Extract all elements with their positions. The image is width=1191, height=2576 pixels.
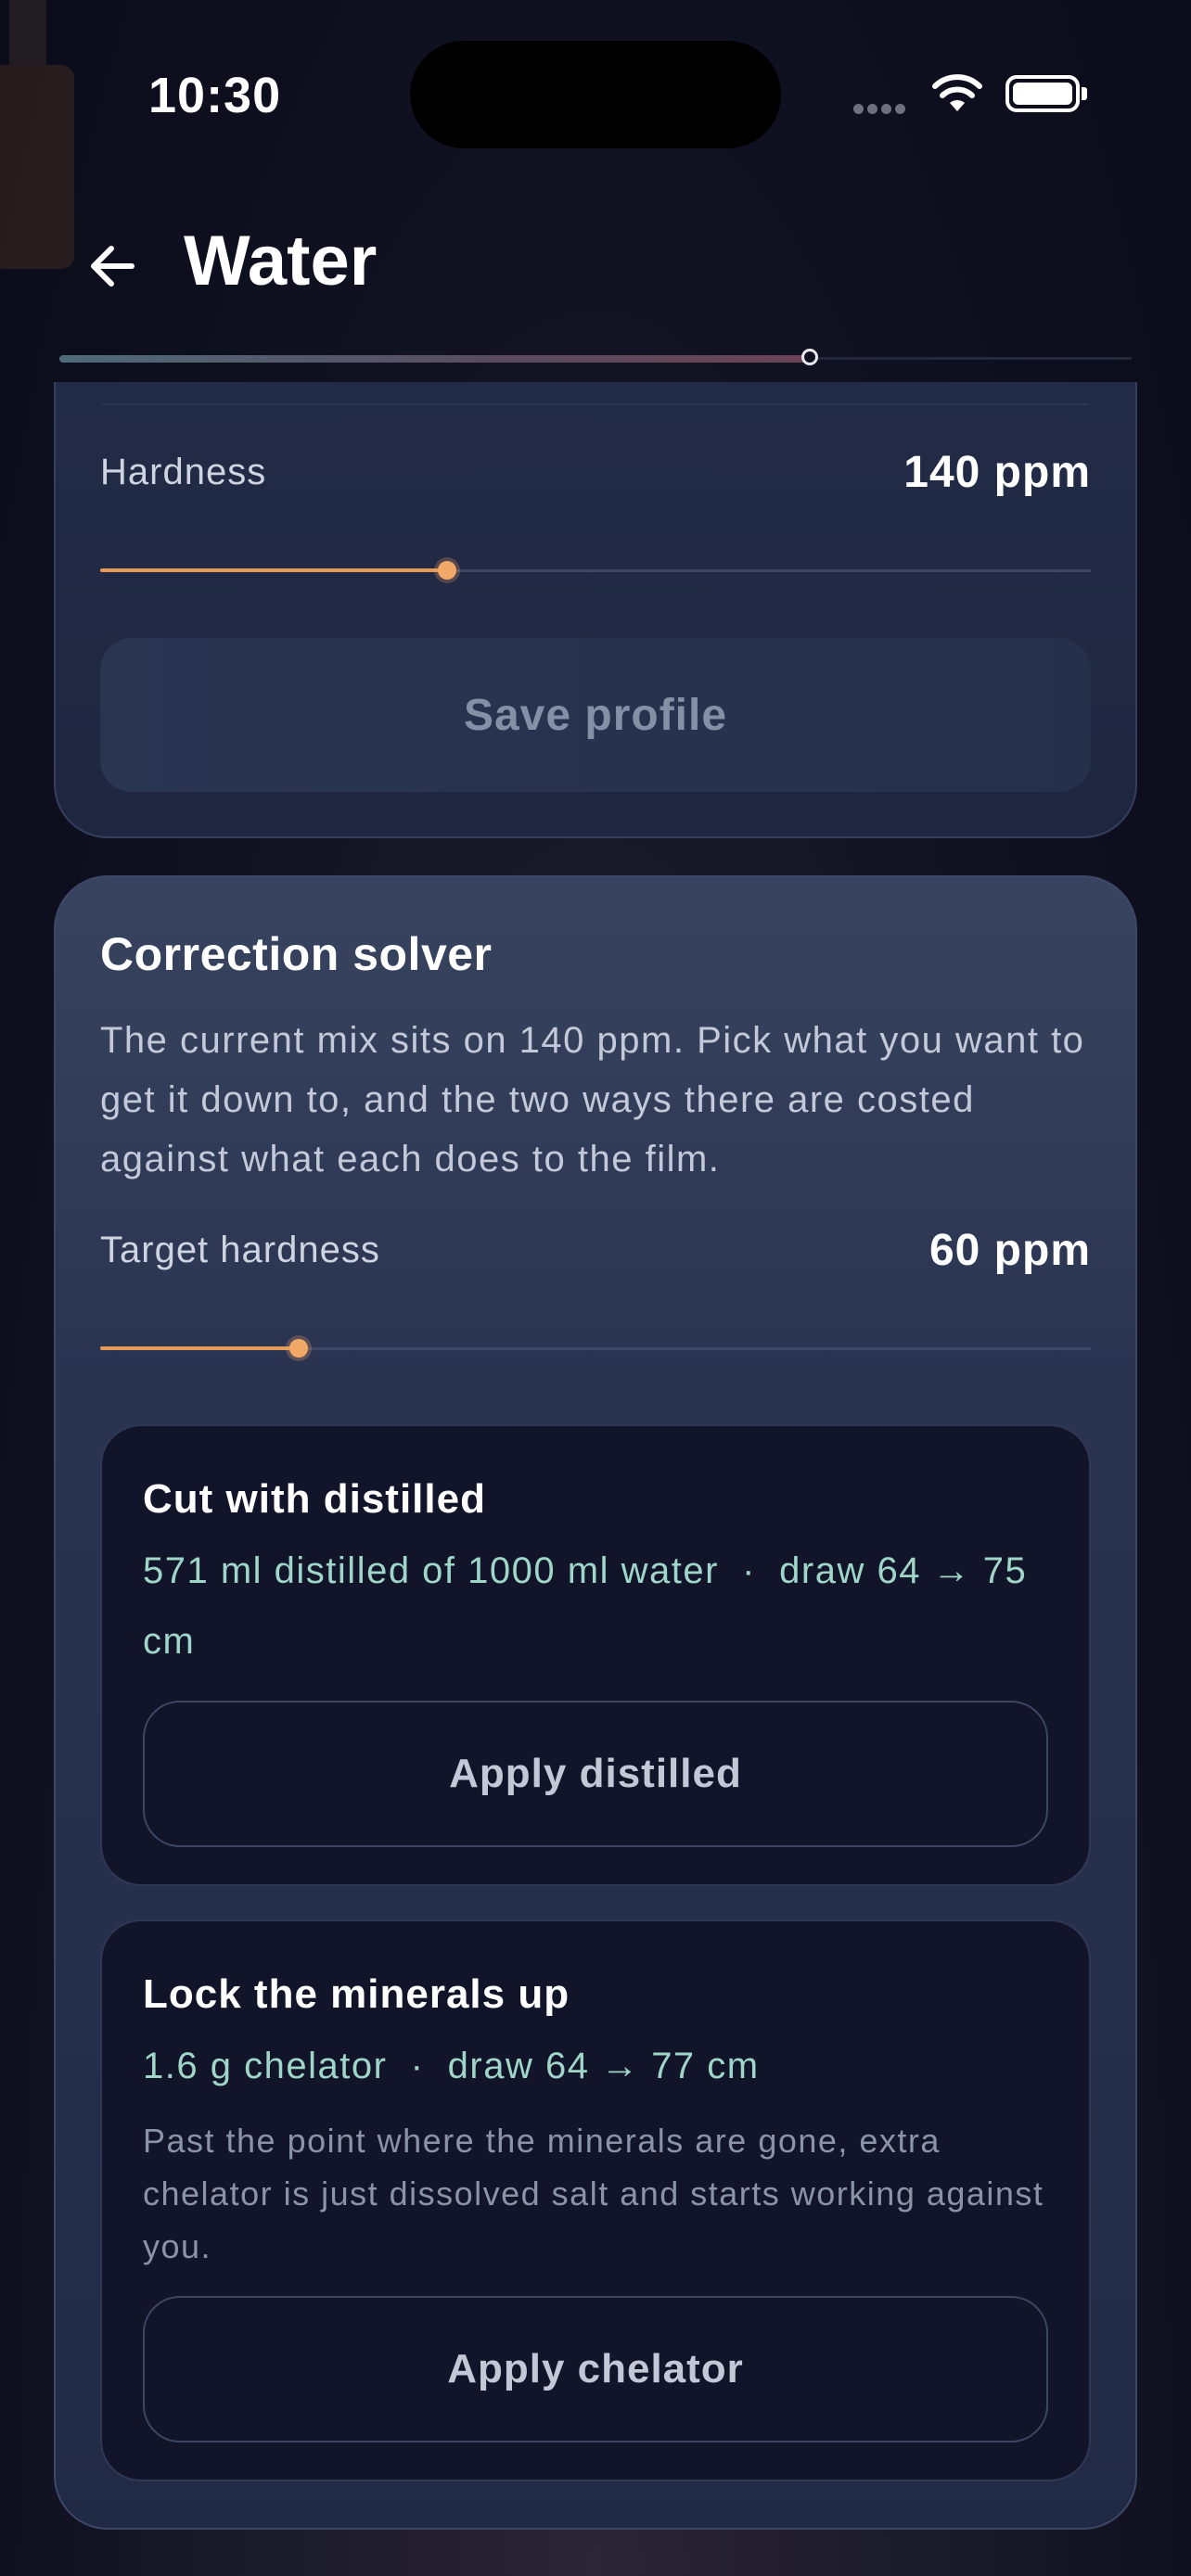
apply-chelator-button[interactable]: Apply chelator	[143, 2296, 1048, 2442]
divider	[102, 403, 1089, 405]
option-title: Cut with distilled	[143, 1476, 486, 1522]
signal-icon	[853, 102, 913, 115]
hardness-slider-thumb[interactable]	[438, 561, 456, 580]
back-arrow-icon[interactable]	[85, 234, 150, 299]
hardness-slider-fill	[100, 568, 447, 572]
status-time: 10:30	[148, 68, 282, 123]
battery-tip	[1082, 87, 1087, 100]
target-slider-fill	[100, 1346, 299, 1350]
hardness-label: Hardness	[100, 452, 267, 492]
option-note: Past the point where the minerals are go…	[143, 2122, 1044, 2265]
dynamic-island	[410, 41, 781, 148]
progress-indicator	[801, 349, 818, 365]
save-profile-button[interactable]: Save profile	[100, 638, 1091, 792]
solver-title: Correction solver	[100, 928, 493, 980]
wifi-icon	[932, 74, 982, 111]
progress-fill	[59, 355, 810, 363]
option-title: Lock the minerals up	[143, 1971, 570, 2017]
battery-icon	[1005, 75, 1080, 112]
apply-distilled-button[interactable]: Apply distilled	[143, 1701, 1048, 1847]
target-slider-thumb[interactable]	[289, 1339, 308, 1358]
option-detail: 571 ml distilled of 1000 ml water · draw…	[143, 1550, 1039, 1662]
page-title: Water	[184, 222, 378, 300]
option-detail: 1.6 g chelator · draw 64 → 77 cm	[143, 2046, 760, 2086]
hardness-value: 140 ppm	[903, 448, 1091, 497]
target-hardness-value: 60 ppm	[928, 1226, 1091, 1275]
target-hardness-label: Target hardness	[100, 1230, 380, 1270]
solver-description: The current mix sits on 140 ppm. Pick wh…	[100, 1020, 1085, 1180]
